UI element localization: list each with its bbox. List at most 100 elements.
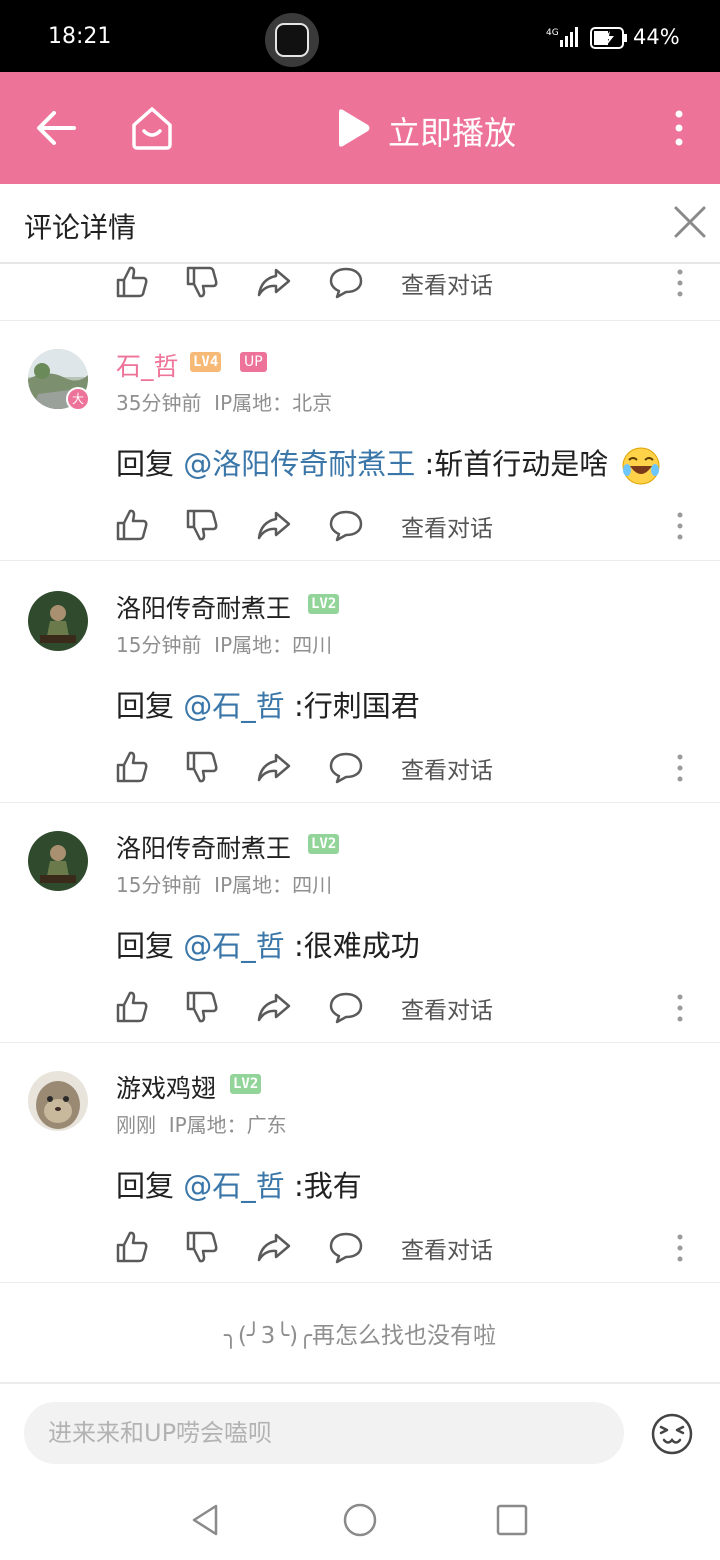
more-vertical-icon[interactable] xyxy=(672,511,688,541)
action-row: 查看对话 xyxy=(0,264,720,314)
view-conversation-link[interactable]: 查看对话 xyxy=(401,751,493,785)
action-row: 查看对话 xyxy=(0,989,720,1039)
thumbs-up-icon[interactable] xyxy=(114,749,150,785)
thumbs-up-icon[interactable] xyxy=(114,507,150,543)
status-time: 18:21 xyxy=(48,24,112,49)
reply-prefix: 回复 xyxy=(116,447,184,481)
up-badge: UP xyxy=(240,352,267,372)
username[interactable]: 游戏鸡翅 xyxy=(116,1069,216,1105)
more-vertical-icon[interactable] xyxy=(672,1233,688,1263)
comment-item: 游戏鸡翅 LV2 刚刚 IP属地：广东 回复 @石_哲 :我有 查看对话 xyxy=(0,1043,720,1283)
thumbs-down-icon[interactable] xyxy=(184,749,220,785)
end-of-list-tip: ╮(╯3╰)╭再怎么找也没有啦 xyxy=(0,1284,720,1384)
battery-icon xyxy=(590,27,627,49)
comment-text: :斩首行动是啥 xyxy=(415,447,609,481)
comment-body: 回复 @洛阳传奇耐煮王 :斩首行动是啥 xyxy=(116,441,661,486)
view-conversation-link[interactable]: 查看对话 xyxy=(401,266,493,300)
level-badge: LV2 xyxy=(308,834,340,854)
end-of-list-text: ╮(╯3╰)╭再怎么找也没有啦 xyxy=(224,1323,496,1349)
more-vertical-icon[interactable] xyxy=(672,993,688,1023)
reply-icon[interactable] xyxy=(328,507,364,543)
comment-time: 刚刚 xyxy=(116,1113,156,1137)
comment-time: 15分钟前 xyxy=(116,633,202,657)
thumbs-down-icon[interactable] xyxy=(184,264,220,300)
comment-meta: 刚刚 IP属地：广东 xyxy=(116,1109,287,1138)
emoji-icon[interactable] xyxy=(650,1412,694,1456)
reply-icon[interactable] xyxy=(328,989,364,1025)
view-conversation-link[interactable]: 查看对话 xyxy=(401,1231,493,1265)
comment-text: :行刺国君 xyxy=(284,689,420,723)
reply-icon[interactable] xyxy=(328,749,364,785)
share-icon[interactable] xyxy=(256,1229,292,1265)
nav-home-icon[interactable] xyxy=(342,1502,378,1538)
battery-percent: 44% xyxy=(633,25,680,49)
mention-link[interactable]: @石_哲 xyxy=(183,929,285,963)
username[interactable]: 石_哲 xyxy=(116,347,179,383)
level-badge: LV2 xyxy=(308,594,340,614)
view-conversation-link[interactable]: 查看对话 xyxy=(401,991,493,1025)
thumbs-up-icon[interactable] xyxy=(114,264,150,300)
home-icon[interactable] xyxy=(130,105,174,151)
thumbs-down-icon[interactable] xyxy=(184,1229,220,1265)
thumbs-down-icon[interactable] xyxy=(184,989,220,1025)
comment-meta: 15分钟前 IP属地：四川 xyxy=(116,869,332,898)
username[interactable]: 洛阳传奇耐煮王 xyxy=(116,589,291,625)
comment-text: :我有 xyxy=(284,1169,362,1203)
comment-ip: IP属地：四川 xyxy=(214,633,333,657)
close-icon[interactable] xyxy=(672,204,708,240)
level-badge: LV4 xyxy=(190,352,222,372)
more-vertical-icon[interactable] xyxy=(672,268,688,298)
thumbs-up-icon[interactable] xyxy=(114,989,150,1025)
level-badge: LV2 xyxy=(230,1074,262,1094)
app-bar: 立即播放 xyxy=(0,72,720,184)
camera-cutout xyxy=(265,13,319,67)
laughing-emoji-icon xyxy=(622,447,660,485)
play-icon[interactable] xyxy=(335,108,371,148)
panel-title: 评论详情 xyxy=(24,211,137,244)
share-icon[interactable] xyxy=(256,989,292,1025)
comment-time: 15分钟前 xyxy=(116,873,202,897)
avatar[interactable] xyxy=(28,1071,88,1131)
more-vertical-icon[interactable] xyxy=(672,753,688,783)
mention-link[interactable]: @石_哲 xyxy=(183,1169,285,1203)
back-arrow-icon[interactable] xyxy=(34,108,78,148)
reply-prefix: 回复 xyxy=(116,929,184,963)
thumbs-up-icon[interactable] xyxy=(114,1229,150,1265)
comment-ip: IP属地：北京 xyxy=(214,391,333,415)
play-now-button[interactable]: 立即播放 xyxy=(388,108,516,154)
reply-icon[interactable] xyxy=(328,264,364,300)
reply-icon[interactable] xyxy=(328,1229,364,1265)
comment-body: 回复 @石_哲 :很难成功 xyxy=(116,923,420,965)
thumbs-down-icon[interactable] xyxy=(184,507,220,543)
mention-link[interactable]: @石_哲 xyxy=(183,689,285,723)
comment-meta: 15分钟前 IP属地：四川 xyxy=(116,629,332,658)
mention-link[interactable]: @洛阳传奇耐煮王 xyxy=(183,447,415,481)
reply-prefix: 回复 xyxy=(116,689,184,723)
comment-detail-header: 评论详情 xyxy=(0,184,720,264)
comment-item: 洛阳传奇耐煮王 LV2 15分钟前 IP属地：四川 回复 @石_哲 :行刺国君 … xyxy=(0,563,720,803)
avatar[interactable] xyxy=(28,591,88,651)
nav-back-icon[interactable] xyxy=(188,1502,224,1538)
signal-icon: 4G xyxy=(546,27,578,47)
action-row: 查看对话 xyxy=(0,507,720,557)
nav-recents-icon[interactable] xyxy=(494,1502,530,1538)
share-icon[interactable] xyxy=(256,507,292,543)
comment-input[interactable] xyxy=(24,1402,624,1464)
avatar[interactable] xyxy=(28,831,88,891)
username[interactable]: 洛阳传奇耐煮王 xyxy=(116,829,291,865)
action-row: 查看对话 xyxy=(0,1229,720,1279)
comment-body: 回复 @石_哲 :我有 xyxy=(116,1163,362,1205)
comment-body: 回复 @石_哲 :行刺国君 xyxy=(116,683,420,725)
status-bar: 18:21 4G 44% xyxy=(0,0,720,72)
comment-ip: IP属地：四川 xyxy=(214,873,333,897)
share-icon[interactable] xyxy=(256,264,292,300)
reply-prefix: 回复 xyxy=(116,1169,184,1203)
svg-text:4G: 4G xyxy=(546,28,559,38)
view-conversation-link[interactable]: 查看对话 xyxy=(401,509,493,543)
system-nav-bar xyxy=(0,1480,720,1560)
more-vertical-icon[interactable] xyxy=(664,108,694,148)
comment-ip: IP属地：广东 xyxy=(168,1113,287,1137)
share-icon[interactable] xyxy=(256,749,292,785)
comment-input-bar xyxy=(0,1386,720,1480)
comment-item: 洛阳传奇耐煮王 LV2 15分钟前 IP属地：四川 回复 @石_哲 :很难成功 … xyxy=(0,803,720,1043)
